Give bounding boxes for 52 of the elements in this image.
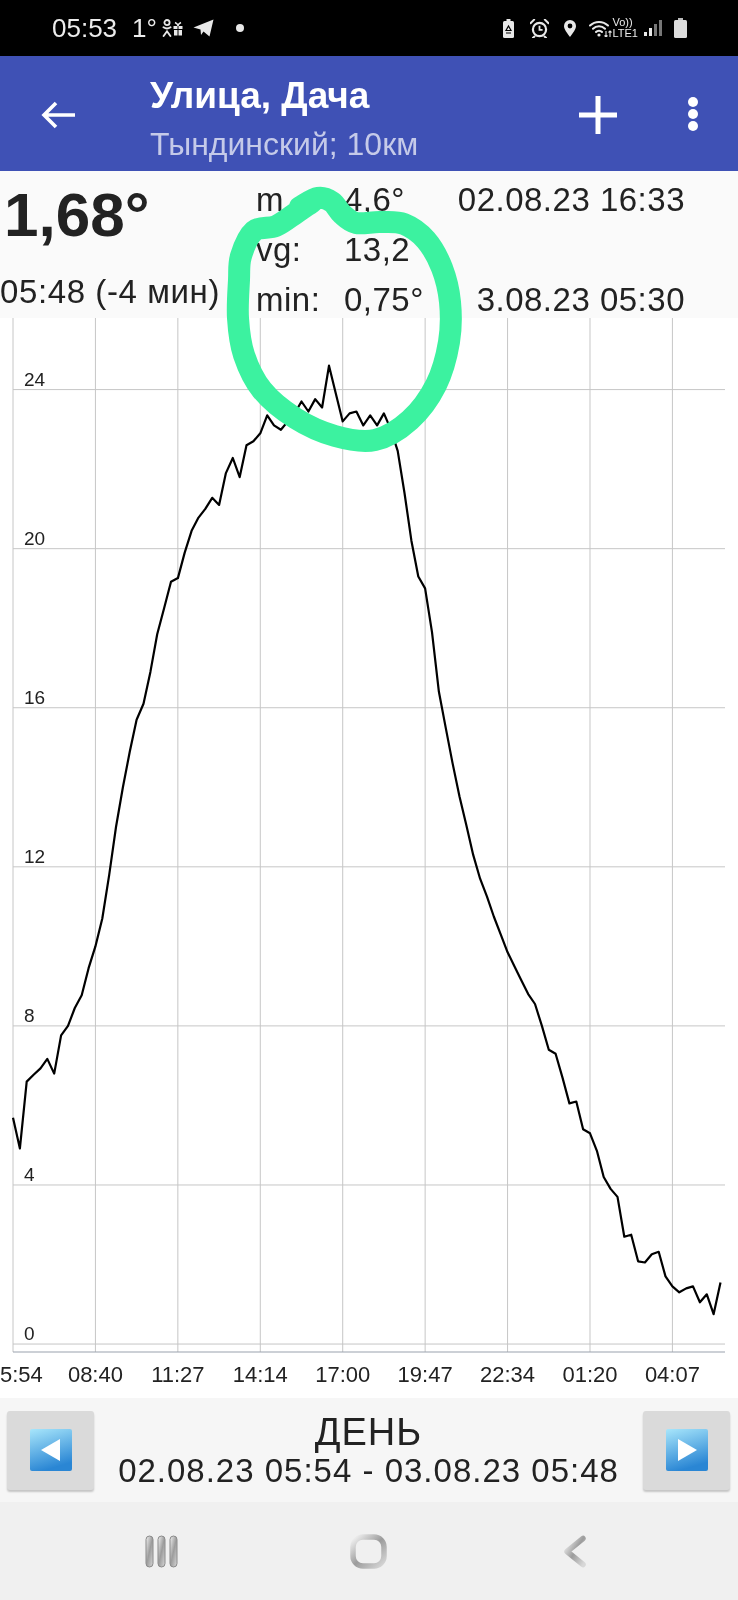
alarm-clock-icon <box>529 18 549 38</box>
stat-value: 4,6° <box>344 181 407 219</box>
x-axis-label: 08:40 <box>67 1362 123 1387</box>
x-axis-label: 17:00 <box>315 1362 371 1387</box>
dot-icon <box>235 24 244 32</box>
stat-value: 13,2 <box>344 231 412 269</box>
recents-icon[interactable] <box>145 1534 178 1568</box>
toolbar-subtitle: Тындинский; 10км <box>150 126 419 162</box>
signal-bars-icon <box>644 20 662 36</box>
back-arrow-icon[interactable] <box>40 100 76 130</box>
temperature-reading: 1° <box>132 13 157 43</box>
y-axis-label: 24 <box>24 368 46 390</box>
stat-date: 02.08.23 16:33 <box>457 181 685 219</box>
stat-date: 3.08.23 05:30 <box>476 281 685 319</box>
update-time: 05:48 (-4 мин) <box>0 273 220 311</box>
location-pin-icon <box>563 19 576 37</box>
y-axis-label: 16 <box>24 686 46 708</box>
paper-plane-icon <box>192 19 214 37</box>
stat-label: min: <box>256 281 322 319</box>
x-axis-label: 19:47 <box>397 1362 453 1387</box>
add-icon[interactable] <box>579 96 617 134</box>
y-axis-label: 0 <box>24 1323 35 1345</box>
x-axis-label: 22:34 <box>480 1362 536 1387</box>
x-axis-label: 04:07 <box>644 1362 700 1387</box>
battery-icon <box>674 18 687 38</box>
network-label: Vo)) <box>612 17 633 28</box>
stat-label: m <box>256 181 285 219</box>
toolbar-title: Улица, Дача <box>150 75 370 117</box>
wifi-icon <box>588 19 612 37</box>
period-title: ДЕНЬ <box>314 1411 423 1453</box>
clock-time: 05:53 <box>52 13 118 43</box>
y-axis-label: 12 <box>24 845 46 867</box>
y-axis-label: 4 <box>24 1163 35 1185</box>
x-axis-label: 14:14 <box>232 1362 288 1387</box>
y-axis-label: 8 <box>24 1004 35 1026</box>
current-temperature: 1,68° <box>4 183 150 247</box>
previous-button[interactable] <box>7 1410 94 1490</box>
battery-recycle-icon <box>502 18 514 38</box>
x-axis-label: 11:27 <box>151 1362 205 1387</box>
period-range: 02.08.23 05:54 - 03.08.23 05:48 <box>118 1453 619 1489</box>
stat-value: 0,75° <box>344 281 425 319</box>
y-axis-label: 20 <box>24 527 46 549</box>
network-label: LTE1 <box>612 28 638 39</box>
next-button[interactable] <box>643 1410 730 1490</box>
gift-icon <box>172 20 183 36</box>
x-axis-label: 5:54 <box>0 1362 43 1387</box>
more-options-icon[interactable] <box>687 96 699 131</box>
stick-figure-icon <box>161 19 172 37</box>
stat-label: vg: <box>256 231 303 269</box>
home-icon[interactable] <box>350 1533 387 1569</box>
x-axis-label: 01:20 <box>562 1362 618 1387</box>
back-icon[interactable] <box>563 1534 587 1568</box>
